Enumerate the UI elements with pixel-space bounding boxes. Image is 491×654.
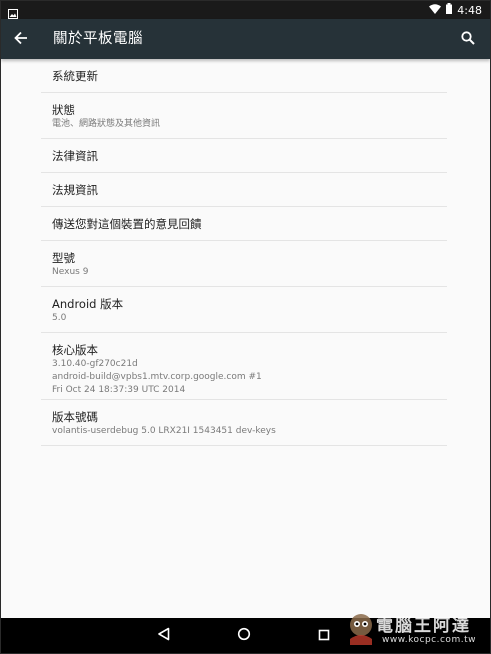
item-summary: 5.0	[52, 313, 67, 323]
list-item-status[interactable]: 狀態 電池、網路狀態及其他資訊	[41, 93, 447, 139]
nav-recents-button[interactable]	[304, 618, 344, 653]
list-item-model[interactable]: 型號 Nexus 9	[41, 241, 447, 287]
item-title: 核心版本	[52, 343, 98, 357]
item-title: 法規資訊	[52, 183, 98, 197]
list-item-android-version[interactable]: Android 版本 5.0	[41, 287, 447, 333]
wifi-icon	[429, 3, 442, 17]
item-summary-line: 3.10.40-gf270c21d	[52, 359, 138, 369]
item-summary-line: android-build@vpbs1.mtv.corp.google.com …	[52, 372, 262, 382]
search-button[interactable]	[454, 25, 482, 53]
back-button[interactable]	[7, 25, 35, 53]
status-time: 4:48	[457, 3, 482, 17]
navigation-bar	[1, 618, 490, 653]
nav-home-button[interactable]	[224, 618, 264, 653]
page-title: 關於平板電腦	[53, 31, 143, 47]
list-item-build-number[interactable]: 版本號碼 volantis-userdebug 5.0 LRX21I 15434…	[41, 400, 447, 446]
item-title: 法律資訊	[52, 149, 98, 163]
nav-back-button[interactable]	[144, 618, 184, 653]
item-title: Android 版本	[52, 297, 124, 311]
settings-list: 系統更新 狀態 電池、網路狀態及其他資訊 法律資訊 法規資訊 傳送您對這個裝置的…	[41, 59, 447, 446]
app-bar: 關於平板電腦	[1, 19, 490, 59]
status-bar: 4:48	[1, 1, 490, 19]
item-summary-line: Fri Oct 24 18:37:39 UTC 2014	[52, 385, 186, 395]
list-item-send-feedback[interactable]: 傳送您對這個裝置的意見回饋	[41, 207, 447, 241]
list-item-kernel-version[interactable]: 核心版本 3.10.40-gf270c21d android-build@vpb…	[41, 333, 447, 400]
item-title: 狀態	[52, 103, 75, 117]
home-circle-icon	[237, 626, 251, 645]
list-item-regulatory-info[interactable]: 法規資訊	[41, 173, 447, 207]
item-title: 系統更新	[52, 69, 98, 83]
list-item-system-update[interactable]: 系統更新	[41, 59, 447, 93]
screen-frame: 4:48 關於平板電腦 系統更新 狀態 電池、網路狀態及其他資訊 法律資訊 法規…	[0, 0, 491, 654]
arrow-back-icon	[14, 30, 28, 49]
item-summary: Nexus 9	[52, 267, 89, 277]
search-icon	[461, 30, 475, 49]
battery-icon	[446, 3, 453, 17]
item-title: 版本號碼	[52, 410, 98, 424]
item-summary: volantis-userdebug 5.0 LRX21I 1543451 de…	[52, 426, 276, 436]
back-triangle-icon	[157, 626, 171, 645]
recents-square-icon	[318, 626, 330, 645]
item-summary: 電池、網路狀態及其他資訊	[52, 119, 161, 129]
item-title: 型號	[52, 251, 75, 265]
item-title: 傳送您對這個裝置的意見回饋	[52, 217, 202, 231]
list-item-legal-info[interactable]: 法律資訊	[41, 139, 447, 173]
